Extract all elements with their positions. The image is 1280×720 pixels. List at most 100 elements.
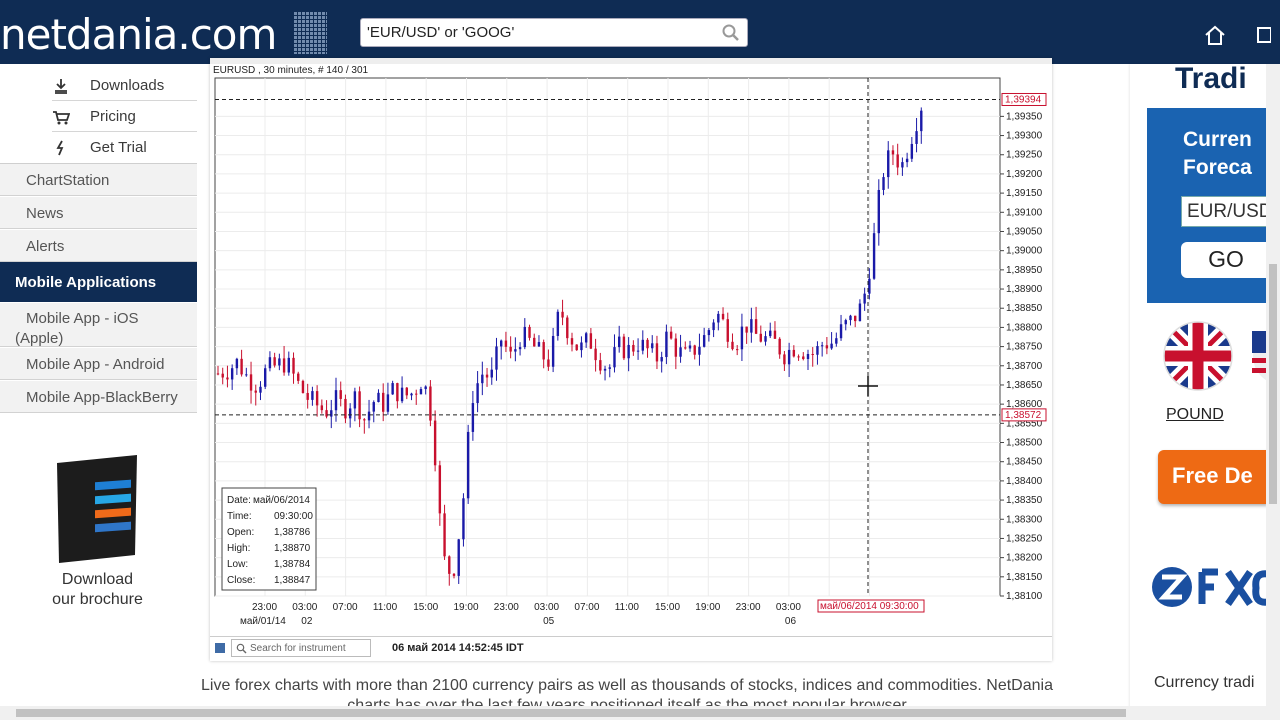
site-logo[interactable]: netdania.com [0,10,277,59]
sidebar-item-alerts[interactable]: Alerts [0,229,197,262]
candle-body [259,386,262,393]
candle-body [382,392,385,412]
status-timestamp: 06 май 2014 14:52:45 IDT [392,642,524,654]
candle-body [438,465,442,514]
candle-body [330,410,333,417]
horizontal-scrollbar-thumb[interactable] [16,709,1126,717]
candle-body [339,390,342,399]
candle-body [707,330,711,336]
x-tick-label: 23:00 [736,602,761,613]
candle-body [646,339,649,349]
brochure-line: Download [61,571,134,588]
ohlc-value: 1,38786 [274,527,311,538]
candle-body [377,392,380,403]
candle-body [542,342,545,360]
go-button[interactable]: GO [1181,242,1271,278]
y-tick-label: 1,38350 [1006,495,1043,506]
x-tick-label: 23:00 [252,602,277,613]
brochure-image[interactable] [55,455,137,563]
sidebar-item-news[interactable]: News [0,196,197,229]
candle-body [287,357,290,373]
candle-body [485,374,489,378]
ohlc-value: 09:30:00 [274,511,313,522]
horizontal-scrollbar[interactable] [0,706,1266,720]
y-tick-label: 1,38150 [1006,572,1043,583]
candle-body [311,391,314,400]
candle-body [599,360,602,371]
candle-body [868,278,871,294]
candle-body [490,369,493,378]
print-icon[interactable] [1255,24,1271,46]
y-tick-label: 1,39150 [1006,188,1043,199]
candle-body [811,353,814,355]
plot-area[interactable] [214,77,1001,597]
candle-body [792,349,796,357]
sidebar-item-label: Downloads [90,77,165,94]
candle-body [216,373,220,375]
free-demo-button[interactable]: Free De [1158,450,1268,504]
candlestick-chart[interactable]: 1,39350 1,39300 1,39250 1,39200 1,39150 1,391… [210,58,1052,636]
sidebar-item-mobile-applications[interactable]: Mobile Applications [0,262,197,302]
y-tick-label: 1,38650 [1006,380,1043,391]
y-tick-label: 1,38850 [1006,303,1043,314]
candle-body [731,341,734,350]
candle-body [589,333,593,349]
candle-body [230,368,234,380]
candle-body [613,347,616,368]
chart-status-bar: Search for instrument 06 май 2014 14:52:… [210,636,1052,658]
sidebar-item-mobile-android[interactable]: Mobile App - Android [0,347,197,380]
forecast-title: Curren Foreca [1183,126,1252,182]
candle-body [844,320,847,325]
y-tick-label: 1,39250 [1006,150,1043,161]
candle-body [655,343,659,362]
candle-body [636,350,640,352]
x-tick-label: 11:00 [373,602,398,613]
y-tick-label: 1,38700 [1006,361,1043,372]
x-tick-label: 23:00 [494,602,519,613]
instrument-search-input[interactable]: Search for instrument [231,639,371,657]
crosshair-date-label: май/06/2014 09:30:00 [820,601,919,612]
sidebar-item-chartstation[interactable]: ChartStation [0,163,197,196]
forecast-currency-input[interactable]: EUR/USD [1181,196,1271,227]
sidebar-item-mobile-ios[interactable]: Mobile App - iOS (Apple) [0,302,197,347]
search-input[interactable] [361,19,701,46]
fxcm-logo-icon[interactable] [1150,560,1268,615]
candle-body [787,349,791,365]
candle-body [443,513,446,557]
candle-body [915,131,918,144]
candle-body [769,330,772,337]
sidebar-item-downloads[interactable]: Downloads [52,70,197,101]
candle-body [367,411,371,421]
sidebar-item-get-trial[interactable]: Get Trial [52,132,197,163]
x-tick-label: 07:00 [574,602,599,613]
sidebar-item-mobile-blackberry[interactable]: Mobile App-BlackBerry [0,380,197,413]
home-icon[interactable] [1203,24,1227,46]
vertical-scrollbar[interactable] [1266,64,1280,720]
cart-icon [53,111,70,125]
candle-body [344,398,347,419]
search-icon[interactable] [721,23,741,43]
candle-body [641,339,644,351]
trial-icon [56,140,64,156]
candle-body [306,392,309,400]
candle-body [816,346,819,355]
candle-body [849,315,852,321]
candle-body [221,373,224,378]
x-tick-label: 03:00 [292,602,317,613]
search-box[interactable] [360,18,748,47]
candle-body [415,393,418,395]
vertical-scrollbar-thumb[interactable] [1269,264,1277,504]
y-tick-label: 1,38900 [1006,284,1043,295]
candle-body [419,389,423,395]
brochure-link[interactable]: Download our brochure [20,570,175,610]
candle-body [235,358,239,369]
candle-body [651,343,654,349]
uk-flag-icon[interactable] [1162,320,1234,392]
forecast-title-line: Curren [1183,128,1252,151]
header-bar: netdania.com [0,0,1280,64]
chart-widget[interactable]: EURUSD , 30 minutes, # 140 / 301 1,39350… [210,58,1052,661]
candle-body [882,177,885,190]
candle-body [509,346,512,352]
pound-link[interactable]: POUND [1166,406,1224,424]
sidebar-item-pricing[interactable]: Pricing [52,101,197,132]
